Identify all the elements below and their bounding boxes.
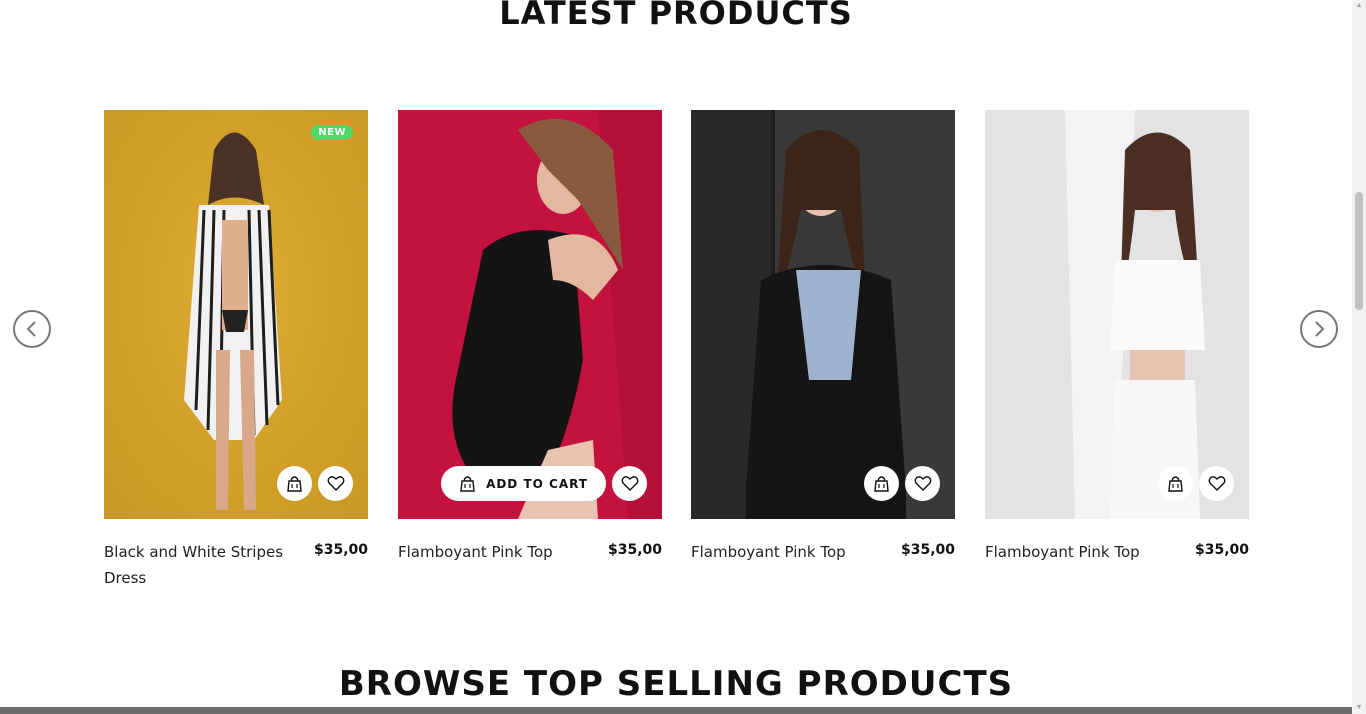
page: LATEST PRODUCTS NEW Black and White Stri… bbox=[0, 0, 1366, 714]
horizontal-scrollbar[interactable] bbox=[0, 707, 1352, 714]
scroll-down-arrow-icon[interactable]: ▼ bbox=[1355, 704, 1363, 712]
product-photo bbox=[691, 110, 955, 519]
product-price: $35,00 bbox=[900, 542, 955, 558]
product-card[interactable]: ADD TO CART Flamboyant Pink Top $35,00 bbox=[398, 110, 662, 565]
chevron-left-icon bbox=[26, 321, 36, 337]
latest-products-title: LATEST PRODUCTS bbox=[499, 0, 853, 32]
product-price: $35,00 bbox=[1194, 542, 1249, 558]
heart-icon bbox=[621, 476, 638, 491]
product-info: Flamboyant Pink Top $35,00 bbox=[398, 539, 662, 565]
product-actions bbox=[864, 466, 940, 501]
add-to-cart-button[interactable]: ADD TO CART bbox=[441, 466, 606, 501]
product-info: Flamboyant Pink Top $35,00 bbox=[691, 539, 955, 565]
shopping-bag-icon bbox=[874, 476, 889, 492]
wishlist-button[interactable] bbox=[1199, 466, 1234, 501]
product-card[interactable]: Flamboyant Pink Top $35,00 bbox=[691, 110, 955, 565]
add-to-cart-button[interactable] bbox=[277, 466, 312, 501]
add-to-cart-label: ADD TO CART bbox=[486, 476, 588, 491]
product-actions bbox=[277, 466, 353, 501]
product-price: $35,00 bbox=[607, 542, 662, 558]
product-info: Flamboyant Pink Top $35,00 bbox=[985, 539, 1249, 565]
product-image[interactable]: ADD TO CART bbox=[398, 110, 662, 519]
carousel-next-button[interactable] bbox=[1300, 310, 1338, 348]
product-photo bbox=[985, 110, 1249, 519]
product-name[interactable]: Flamboyant Pink Top bbox=[985, 539, 1185, 565]
heart-icon bbox=[327, 476, 344, 491]
product-actions bbox=[1158, 466, 1234, 501]
product-image[interactable]: NEW bbox=[104, 110, 368, 519]
wishlist-button[interactable] bbox=[318, 466, 353, 501]
heart-icon bbox=[1208, 476, 1225, 491]
product-image[interactable] bbox=[691, 110, 955, 519]
product-card[interactable]: NEW Black and White Stripes Dress $35,00 bbox=[104, 110, 368, 591]
heart-icon bbox=[914, 476, 931, 491]
product-actions: ADD TO CART bbox=[441, 466, 647, 501]
product-name[interactable]: Flamboyant Pink Top bbox=[691, 539, 891, 565]
wishlist-button[interactable] bbox=[905, 466, 940, 501]
product-price: $35,00 bbox=[313, 542, 368, 558]
scroll-up-arrow-icon[interactable]: ▲ bbox=[1355, 2, 1363, 10]
product-image[interactable] bbox=[985, 110, 1249, 519]
shopping-bag-icon bbox=[287, 476, 302, 492]
product-photo bbox=[104, 110, 368, 519]
product-photo bbox=[398, 110, 662, 519]
scrollbar-thumb[interactable] bbox=[1355, 192, 1363, 310]
vertical-scrollbar[interactable]: ▲ ▼ bbox=[1352, 0, 1366, 714]
add-to-cart-button[interactable] bbox=[864, 466, 899, 501]
chevron-right-icon bbox=[1315, 321, 1325, 337]
product-info: Black and White Stripes Dress $35,00 bbox=[104, 539, 368, 591]
carousel-prev-button[interactable] bbox=[13, 310, 51, 348]
product-name[interactable]: Flamboyant Pink Top bbox=[398, 539, 598, 565]
shopping-bag-icon bbox=[460, 476, 475, 492]
add-to-cart-button[interactable] bbox=[1158, 466, 1193, 501]
new-badge: NEW bbox=[311, 125, 353, 140]
browse-top-selling-title: BROWSE TOP SELLING PRODUCTS bbox=[338, 664, 1014, 704]
product-card[interactable]: Flamboyant Pink Top $35,00 bbox=[985, 110, 1249, 565]
shopping-bag-icon bbox=[1168, 476, 1183, 492]
product-name[interactable]: Black and White Stripes Dress bbox=[104, 539, 304, 591]
wishlist-button[interactable] bbox=[612, 466, 647, 501]
